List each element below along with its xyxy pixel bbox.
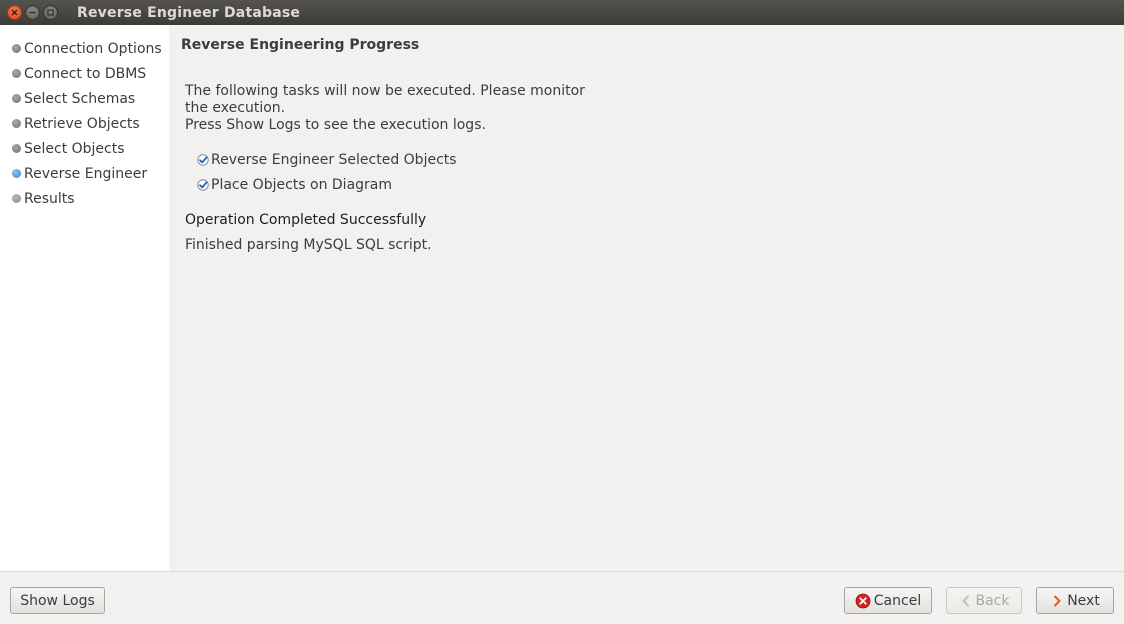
task-done-check-icon bbox=[197, 154, 209, 166]
step-results: Results bbox=[0, 186, 169, 211]
back-label: Back bbox=[975, 592, 1010, 609]
step-select-objects: Select Objects bbox=[0, 136, 169, 161]
next-button[interactable]: Next bbox=[1036, 587, 1114, 614]
step-label: Select Objects bbox=[24, 140, 125, 157]
task-place-objects-on-diagram: Place Objects on Diagram bbox=[197, 177, 392, 193]
step-label: Reverse Engineer bbox=[24, 165, 148, 182]
task-label: Reverse Engineer Selected Objects bbox=[211, 152, 457, 168]
wizard-footer: Show Logs Cancel Back Next bbox=[0, 571, 1124, 624]
step-active-icon bbox=[12, 169, 21, 178]
show-logs-label: Show Logs bbox=[20, 592, 95, 609]
step-retrieve-objects: Retrieve Objects bbox=[0, 111, 169, 136]
step-connection-options: Connection Options bbox=[0, 36, 169, 61]
wizard-steps-sidebar: Connection Options Connect to DBMS Selec… bbox=[0, 25, 169, 571]
description-line: Press Show Logs to see the execution log… bbox=[185, 117, 486, 133]
operation-status: Operation Completed Successfully bbox=[185, 212, 427, 228]
step-done-icon bbox=[12, 144, 21, 153]
chevron-right-icon bbox=[1050, 594, 1064, 608]
show-logs-button[interactable]: Show Logs bbox=[10, 587, 105, 614]
cancel-label: Cancel bbox=[873, 592, 922, 609]
window-titlebar: Reverse Engineer Database bbox=[0, 0, 1124, 25]
window-title: Reverse Engineer Database bbox=[77, 4, 301, 21]
task-description: The following tasks will now be executed… bbox=[185, 83, 585, 134]
step-label: Connect to DBMS bbox=[24, 65, 147, 82]
task-reverse-engineer-selected-objects: Reverse Engineer Selected Objects bbox=[197, 152, 457, 168]
chevron-left-icon bbox=[959, 594, 973, 608]
cancel-icon bbox=[855, 593, 871, 609]
step-label: Retrieve Objects bbox=[24, 115, 140, 132]
step-done-icon bbox=[12, 119, 21, 128]
step-connect-to-dbms: Connect to DBMS bbox=[0, 61, 169, 86]
step-label: Select Schemas bbox=[24, 90, 136, 107]
step-label: Results bbox=[24, 190, 75, 207]
wizard-content: Reverse Engineering Progress The followi… bbox=[169, 25, 1124, 571]
step-done-icon bbox=[12, 44, 21, 53]
minimize-window-icon[interactable] bbox=[25, 5, 40, 20]
step-reverse-engineer: Reverse Engineer bbox=[0, 161, 169, 186]
step-done-icon bbox=[12, 94, 21, 103]
page-title: Reverse Engineering Progress bbox=[181, 37, 420, 53]
maximize-window-icon[interactable] bbox=[43, 5, 58, 20]
back-button[interactable]: Back bbox=[946, 587, 1022, 614]
window-controls bbox=[7, 5, 61, 20]
step-label: Connection Options bbox=[24, 40, 162, 57]
step-pending-icon bbox=[12, 194, 21, 203]
task-label: Place Objects on Diagram bbox=[211, 177, 393, 193]
description-line: The following tasks will now be executed… bbox=[185, 83, 585, 99]
next-label: Next bbox=[1067, 592, 1100, 609]
step-select-schemas: Select Schemas bbox=[0, 86, 169, 111]
description-line: the execution. bbox=[185, 100, 286, 116]
task-done-check-icon bbox=[197, 179, 209, 191]
status-message: Finished parsing MySQL SQL script. bbox=[185, 237, 432, 253]
cancel-button[interactable]: Cancel bbox=[844, 587, 932, 614]
close-window-icon[interactable] bbox=[7, 5, 22, 20]
step-done-icon bbox=[12, 69, 21, 78]
